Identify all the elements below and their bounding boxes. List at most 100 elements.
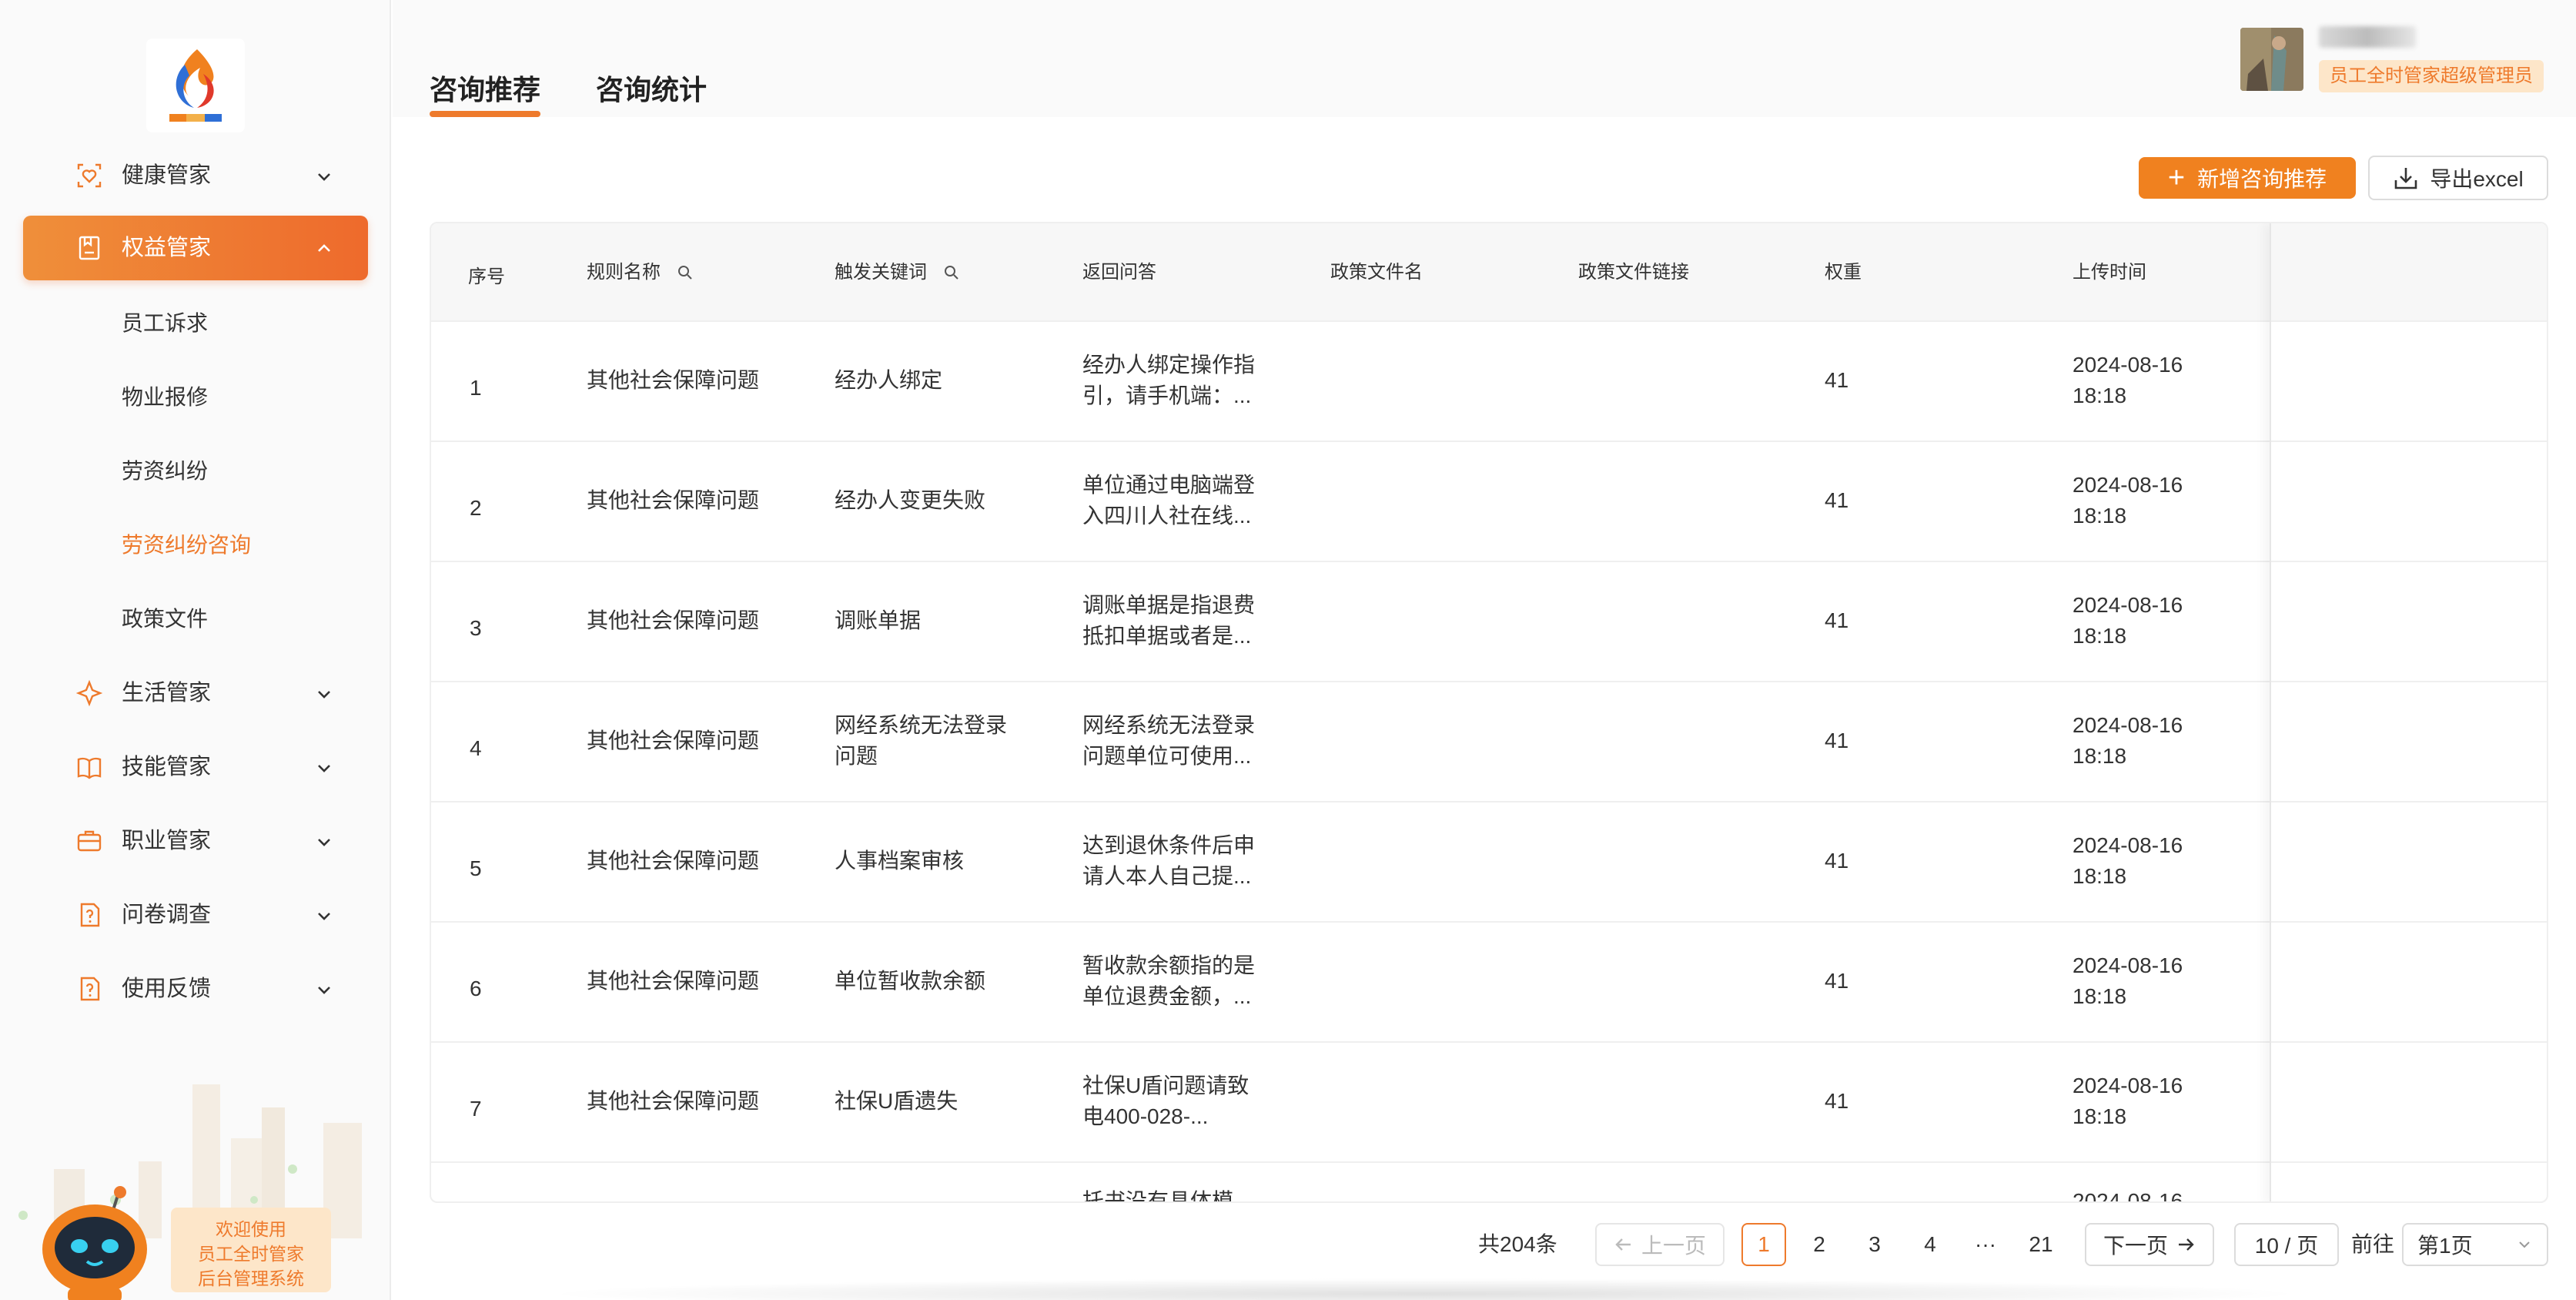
heart-scan-icon	[77, 163, 102, 188]
cell-rule-name: 其他社会保障问题	[587, 368, 760, 392]
goto-label: 前往	[2351, 1232, 2395, 1256]
table-row[interactable]: 3 其他社会保障问题 调账单据 调账单据是指退费 抵扣单据或者是... 41 2…	[431, 562, 2547, 682]
briefcase-icon	[77, 830, 102, 852]
cell-weight: 41	[1825, 368, 1849, 392]
sidebar-item-career[interactable]: 职业管家	[23, 809, 368, 873]
chevron-down-icon	[318, 173, 330, 181]
search-icon[interactable]	[676, 263, 694, 282]
cell-answer-line-2: 抵扣单据或者是...	[1082, 624, 1252, 648]
page-3[interactable]: 3	[1852, 1223, 1897, 1266]
cell-no: 6	[470, 977, 482, 1000]
add-consult-button[interactable]: + 新增咨询推荐	[2139, 157, 2356, 199]
sidebar-item-skills[interactable]: 技能管家	[23, 735, 368, 799]
page-2[interactable]: 2	[1797, 1223, 1842, 1266]
cell-answer-line-1: 调账单据是指退费	[1082, 593, 1256, 617]
table-row[interactable]: 5 其他社会保障问题 人事档案审核 达到退休条件后申 请人本人自己提... 41…	[431, 802, 2547, 923]
search-icon[interactable]	[942, 263, 961, 282]
welcome-line-1: 欢迎使用	[216, 1219, 286, 1239]
col-header-rule-name-label: 规则名称	[587, 262, 661, 283]
cell-upload-date: 2024-08-16	[2073, 953, 2183, 977]
tab-active-indicator	[430, 111, 540, 117]
table-row[interactable]: 7 其他社会保障问题 社保U盾遗失 社保U盾问题请致 电400-028-... …	[431, 1043, 2547, 1163]
page-size-select[interactable]: 10 / 页	[2234, 1223, 2339, 1266]
cell-weight: 41	[1825, 849, 1849, 873]
cell-upload-time: 18:18	[2073, 1104, 2127, 1128]
consult-table: 序号 规则名称 触发关键词 返回问答 政策文件名 政策文件链接 权重 上传时间 …	[430, 222, 2548, 1203]
col-header-answer: 返回问答	[1082, 262, 1156, 283]
cell-weight: 41	[1825, 729, 1849, 752]
goto-page-value: 第1页	[2417, 1234, 2473, 1258]
cell-answer-line-2: 单位退费金额，...	[1082, 984, 1252, 1008]
sidebar-subitem-policy-files[interactable]: 政策文件	[122, 596, 208, 642]
chevron-down-icon	[318, 987, 330, 994]
avatar[interactable]	[2240, 28, 2303, 91]
prev-page-button[interactable]: 上一页	[1595, 1223, 1725, 1266]
cell-answer-line-1: 达到退休条件后申	[1082, 833, 1256, 857]
sidebar-subitem-labor-consult[interactable]: 劳资纠纷咨询	[122, 522, 251, 568]
cell-rule-name: 其他社会保障问题	[587, 608, 760, 632]
table-row-partial[interactable]: 托书没有具体模 2024-08-16	[431, 1163, 2547, 1203]
cell-keyword: 单位暂收款余额	[835, 969, 986, 993]
cell-rule-name: 其他社会保障问题	[587, 729, 760, 752]
page-21[interactable]: 21	[2019, 1223, 2063, 1266]
bottom-shadow	[539, 1278, 2310, 1300]
download-icon	[2395, 168, 2417, 189]
question-doc-icon	[80, 903, 100, 927]
spark-icon	[75, 679, 103, 707]
export-excel-label: 导出excel	[2430, 167, 2524, 191]
sidebar-subitem-labor-dispute[interactable]: 劳资纠纷	[122, 448, 208, 494]
welcome-line-3: 后台管理系统	[198, 1268, 304, 1288]
col-header-keyword: 触发关键词	[835, 257, 961, 288]
next-page-button[interactable]: 下一页	[2085, 1223, 2214, 1266]
goto-page-select[interactable]: 第1页	[2402, 1223, 2548, 1266]
user-name-redacted	[2319, 26, 2416, 48]
chevron-up-icon	[318, 244, 330, 252]
chevron-down-icon	[318, 765, 330, 772]
col-header-policy-link: 政策文件链接	[1578, 262, 1689, 283]
page-4[interactable]: 4	[1908, 1223, 1952, 1266]
cell-answer-line-2: 入四川人社在线...	[1082, 504, 1252, 528]
chevron-down-icon	[318, 913, 330, 920]
sidebar-item-survey[interactable]: 问卷调查	[23, 883, 368, 947]
cell-no: 7	[470, 1097, 482, 1121]
flame-logo-icon	[169, 49, 222, 122]
page-1[interactable]: 1	[1741, 1223, 1786, 1266]
cell-no: 3	[470, 616, 482, 640]
page-size-value: 10 / 页	[2254, 1234, 2319, 1258]
table-row[interactable]: 1 其他社会保障问题 经办人绑定 经办人绑定操作指 引，请手机端：... 41 …	[431, 322, 2547, 442]
chevron-down-icon	[318, 839, 330, 846]
cell-answer-line-2: 电400-028-...	[1082, 1104, 1209, 1128]
role-badge: 员工全时管家超级管理员	[2319, 60, 2544, 92]
sidebar-item-label: 技能管家	[122, 755, 212, 779]
cell-rule-name: 其他社会保障问题	[587, 488, 760, 512]
sidebar-subitem-employee-requests[interactable]: 员工诉求	[122, 300, 208, 347]
cell-no: 2	[470, 496, 482, 520]
cell-answer-line-1: 托书没有具体模	[1082, 1189, 1234, 1203]
cell-upload-date: 2024-08-16	[2073, 713, 2183, 737]
plus-icon: +	[2167, 162, 2186, 194]
cell-answer-line-2: 问题单位可使用...	[1082, 744, 1252, 768]
table-header: 序号 规则名称 触发关键词 返回问答 政策文件名 政策文件链接 权重 上传时间	[431, 223, 2547, 322]
table-row[interactable]: 6 其他社会保障问题 单位暂收款余额 暂收款余额指的是 单位退费金额，... 4…	[431, 923, 2547, 1043]
arrow-right-icon	[2179, 1238, 2194, 1251]
sidebar-item-label: 职业管家	[122, 829, 212, 853]
welcome-illustration: 欢迎使用 员工全时管家 后台管理系统	[0, 1046, 390, 1300]
export-excel-button[interactable]: 导出excel	[2368, 156, 2548, 200]
tab-consult-recommend[interactable]: 咨询推荐	[430, 68, 540, 108]
sidebar-subitem-property-repair[interactable]: 物业报修	[122, 374, 208, 420]
page-ellipsis[interactable]: ···	[1963, 1223, 2008, 1266]
table-row[interactable]: 4 其他社会保障问题 网经系统无法登录 问题 网经系统无法登录 问题单位可使用.…	[431, 682, 2547, 802]
cell-answer-line-1: 暂收款余额指的是	[1082, 953, 1256, 977]
welcome-line-2: 员工全时管家	[198, 1244, 304, 1264]
sidebar-item-rights[interactable]: 权益管家	[23, 216, 368, 280]
sidebar-item-feedback[interactable]: 使用反馈	[23, 957, 368, 1021]
sidebar-item-life[interactable]: 生活管家	[23, 661, 368, 725]
tab-consult-statistics[interactable]: 咨询统计	[596, 68, 707, 108]
cell-weight: 41	[1825, 969, 1849, 993]
sidebar-item-label: 使用反馈	[122, 977, 212, 1001]
col-header-weight: 权重	[1825, 262, 1862, 283]
cell-keyword: 经办人绑定	[835, 368, 943, 392]
table-row[interactable]: 2 其他社会保障问题 经办人变更失败 单位通过电脑端登 入四川人社在线... 4…	[431, 442, 2547, 562]
sidebar-item-health[interactable]: 健康管家	[23, 143, 368, 208]
chevron-down-icon	[318, 691, 330, 699]
